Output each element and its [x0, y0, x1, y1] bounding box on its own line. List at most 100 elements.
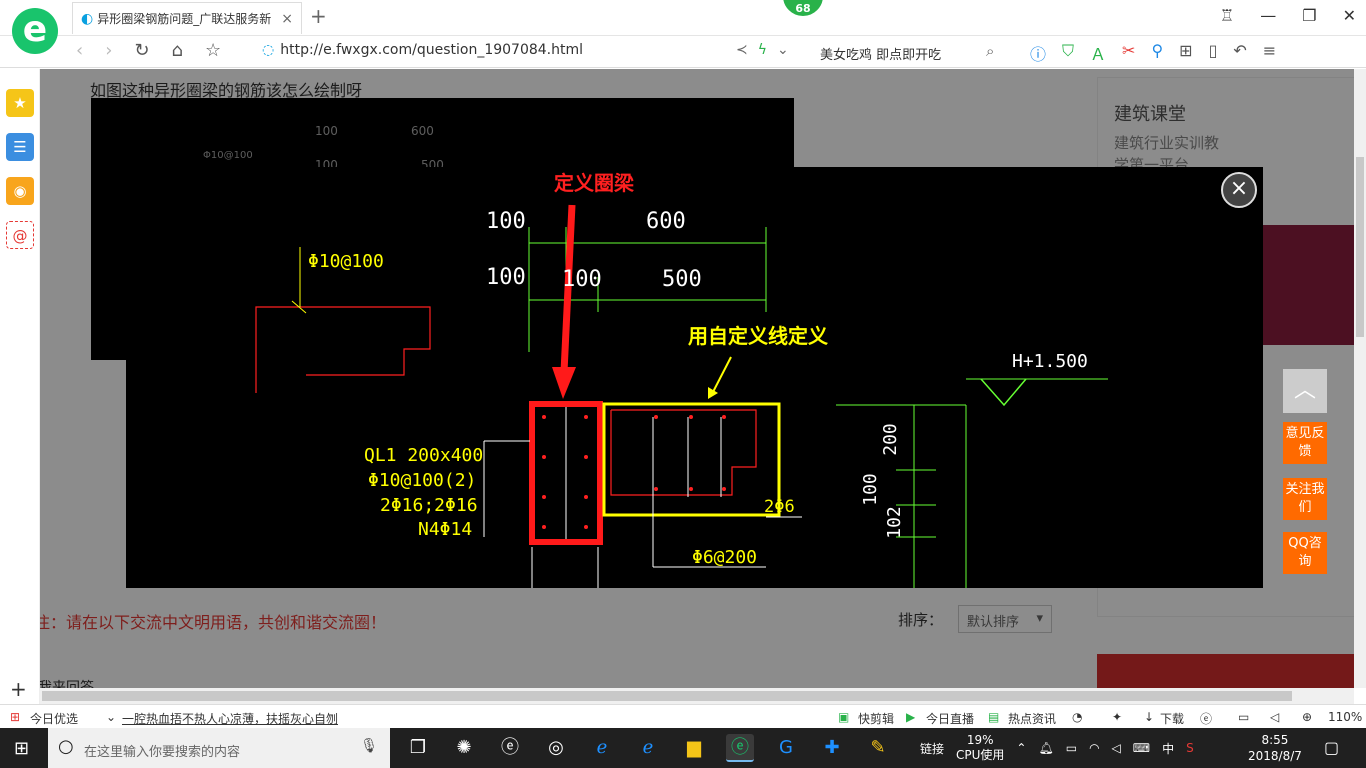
vertical-scrollbar[interactable]	[1354, 69, 1366, 688]
taskbar-search-input[interactable]: 在这里输入你要搜索的内容	[84, 741, 240, 760]
live-link[interactable]: 今日直播	[926, 710, 974, 727]
window-icon[interactable]: ▭	[1238, 710, 1249, 724]
tab-title: 异形圈梁钢筋问题_广联达服务新	[97, 12, 272, 26]
task-view-icon[interactable]: ❐	[404, 734, 432, 762]
internet-explorer-icon[interactable]: ℯ	[634, 734, 662, 762]
elevation-marker	[980, 378, 1027, 407]
download-icon: ↓	[1144, 710, 1155, 724]
scissors-icon[interactable]: ✂	[1122, 41, 1135, 65]
plus-app-icon[interactable]: ✚	[818, 734, 846, 762]
ip-icon[interactable]: ⓘ	[1030, 41, 1046, 65]
site-favicon-icon: ◐	[81, 10, 94, 27]
browser-tab[interactable]: ◐ 异形圈梁钢筋问题_广联达服务新 ×	[72, 2, 302, 34]
reading-list-icon[interactable]: ☰	[6, 133, 34, 161]
back-icon[interactable]: ‹	[76, 40, 83, 61]
quick-clip-link[interactable]: 快剪辑	[858, 710, 894, 727]
new-tab-button[interactable]: +	[310, 4, 327, 28]
follow-us-button[interactable]: 关注我们	[1283, 478, 1327, 520]
email-icon[interactable]: @	[6, 221, 34, 249]
rebar-dots	[542, 415, 588, 529]
add-sidebar-icon[interactable]: +	[10, 677, 27, 701]
close-window-button[interactable]: ✕	[1343, 6, 1356, 25]
shirt-skin-icon[interactable]: ♖	[1220, 6, 1234, 25]
action-center-icon[interactable]: ▢	[1324, 738, 1339, 757]
chevron-down-icon[interactable]: ⌄	[106, 710, 116, 724]
browser-status-bar: ⊞ 今日优选 ⌄ 一腔热血捂不热人心凉薄，扶摇灰心自刎 ▣ 快剪辑 ▶ 今日直播…	[0, 704, 1366, 728]
custom-line-highlight	[602, 402, 781, 517]
pin-icon[interactable]: ✦	[1112, 710, 1122, 724]
cpu-usage[interactable]: 19% CPU使用	[956, 733, 1004, 763]
system-clock[interactable]: 8:55 2018/8/7	[1248, 732, 1302, 764]
magnifier-icon[interactable]: ⚲	[1151, 41, 1163, 65]
scroll-thumb[interactable]	[1356, 157, 1364, 337]
tab-close-icon[interactable]: ×	[281, 11, 293, 27]
glodon-app-icon[interactable]: G	[772, 734, 800, 762]
news-icon: ▤	[988, 710, 1000, 724]
qq-consult-button[interactable]: QQ咨询	[1283, 532, 1327, 574]
news-link[interactable]: 热点资讯	[1008, 710, 1056, 727]
lightning-icon[interactable]: ϟ	[758, 42, 767, 58]
forward-icon[interactable]: ›	[105, 40, 112, 61]
undo-icon[interactable]: ↶	[1233, 41, 1246, 65]
zoom-level[interactable]: 110%	[1328, 710, 1362, 724]
swirl-app-icon[interactable]: ◎	[542, 734, 570, 762]
close-lightbox-button[interactable]: ×	[1221, 172, 1257, 208]
sound-icon[interactable]: ◁	[1270, 710, 1279, 724]
address-bar[interactable]: ◌ http://e.fwxgx.com/question_1907084.htm…	[262, 42, 583, 58]
chevron-up-icon[interactable]: ⌃	[1016, 741, 1026, 755]
keyboard-icon[interactable]: ⌨	[1133, 741, 1150, 755]
bar-spacing-label: Φ6@200	[692, 547, 758, 568]
grid-icon[interactable]: ⊞	[1179, 41, 1192, 65]
home-icon[interactable]: ⌂	[172, 40, 183, 61]
chevron-down-icon[interactable]: ⌄	[777, 42, 789, 58]
wifi-icon[interactable]: ◠	[1089, 741, 1099, 755]
annotation-custom-line: 用自定义线定义	[688, 324, 828, 348]
microphone-icon[interactable]: 🎙	[360, 738, 378, 754]
download-link[interactable]: 下载	[1160, 710, 1184, 727]
phone-icon[interactable]: ▯	[1209, 41, 1218, 65]
share-icon[interactable]: ≺	[736, 42, 748, 58]
elevation-label: H+1.500	[1012, 351, 1088, 372]
title-bar: ◐ 异形圈梁钢筋问题_广联达服务新 × + 68 ♖ — ❐ ✕	[0, 0, 1366, 36]
notes-app-icon[interactable]: ✎	[864, 734, 892, 762]
annotation-define-beam: 定义圈梁	[554, 171, 634, 195]
browser-e-icon[interactable]: ⓔ	[496, 734, 524, 762]
browser-logo[interactable]: e	[12, 8, 58, 54]
notification-bell-icon[interactable]: 🔔︎	[1038, 741, 1053, 755]
restore-button[interactable]: ❐	[1302, 6, 1316, 25]
security-icon: ◌	[262, 42, 275, 58]
score-badge[interactable]: 68	[781, 0, 825, 18]
speed-icon[interactable]: ◔	[1072, 710, 1082, 724]
file-explorer-icon[interactable]: ▆	[680, 734, 708, 762]
edge-icon[interactable]: ℯ	[588, 734, 616, 762]
windows-start-icon[interactable]: ⊞	[14, 738, 29, 759]
toolbar-extensions: ⓘ ⛉ Ａ ✂ ⚲ ⊞ ▯ ↶ ≡	[1030, 41, 1276, 65]
scroll-thumb[interactable]	[42, 691, 1292, 701]
zoom-icon: ⊕	[1302, 710, 1313, 724]
feedback-button[interactable]: 意见反馈	[1283, 422, 1327, 464]
sogou-ime-icon[interactable]: S	[1186, 741, 1194, 755]
ime-indicator[interactable]: 中	[1162, 740, 1174, 757]
weibo-icon[interactable]: ◉	[6, 177, 34, 205]
back-to-top-button[interactable]: ︿	[1283, 369, 1327, 413]
refresh-icon[interactable]: ↻	[134, 40, 149, 61]
pinwheel-app-icon[interactable]: ✺	[450, 734, 478, 762]
volume-icon[interactable]: ◁	[1112, 741, 1121, 755]
shield-yen-icon[interactable]: ⛉	[1062, 41, 1074, 65]
taskbar-search-box[interactable]: ○ 在这里输入你要搜索的内容 🎙	[48, 728, 390, 768]
translate-icon[interactable]: Ａ	[1090, 41, 1106, 65]
minimize-button[interactable]: —	[1260, 6, 1276, 25]
ie-mode-icon[interactable]: ⓔ	[1200, 710, 1212, 727]
dim-label: 100	[486, 265, 526, 290]
360-browser-icon[interactable]: ⓔ	[726, 734, 754, 762]
search-icon[interactable]: ⌕	[986, 42, 994, 60]
horizontal-scrollbar[interactable]	[40, 688, 1354, 704]
battery-icon[interactable]: ▭	[1066, 741, 1077, 755]
today-pick-link[interactable]: 今日优选	[30, 710, 78, 727]
headline-link[interactable]: 一腔热血捂不热人心凉薄，扶摇灰心自刎	[122, 710, 338, 727]
star-icon[interactable]: ☆	[205, 40, 221, 61]
link-label[interactable]: 链接	[920, 740, 944, 757]
menu-icon[interactable]: ≡	[1263, 41, 1276, 65]
favorites-icon[interactable]: ★	[6, 89, 34, 117]
search-input[interactable]: 美女吃鸡 即点即开吃	[820, 44, 941, 63]
